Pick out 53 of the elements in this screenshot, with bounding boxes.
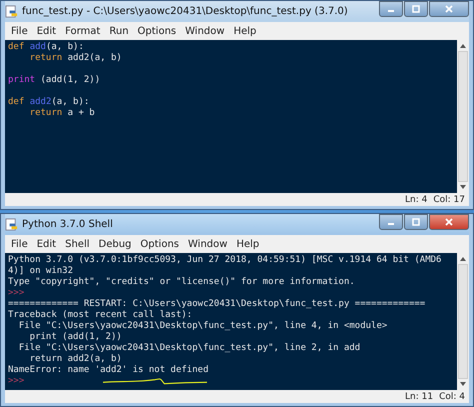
down-arrow-icon[interactable]	[459, 184, 467, 190]
menu-item[interactable]: Edit	[36, 26, 56, 36]
code-line: File "C:\Users\yaowc20431\Desktop\func_test.py", line 4, in <module>	[18, 321, 388, 332]
code-line: NameError: name 'add2' is not defined	[8, 365, 208, 376]
python-file-icon	[5, 218, 18, 231]
window-title: func_test.py - C:\Users\yaowc20431\Desktop\func_test.py (3.7.0)	[22, 6, 349, 17]
code-line: def add2(a, b):	[8, 96, 90, 108]
code-line: return add2(a, b)	[28, 53, 122, 64]
menu-item[interactable]: Options	[140, 238, 179, 250]
menu-item[interactable]: Format	[65, 26, 100, 36]
menu-item[interactable]: Debug	[98, 238, 132, 250]
close-button[interactable]	[429, 214, 469, 230]
column-number: Col: 4	[439, 392, 465, 402]
minimize-button[interactable]	[379, 214, 403, 230]
menu-item[interactable]: Help	[234, 26, 256, 36]
code-line: 4)] on win32	[8, 266, 74, 277]
code-line: ============= RESTART: C:\Users\yaowc20431\Desktop\func_test.py =============	[8, 299, 426, 310]
maximize-icon	[411, 218, 421, 226]
maximize-button[interactable]	[404, 1, 428, 17]
menu-item[interactable]: Window	[188, 238, 228, 250]
menu-item[interactable]: Run	[109, 26, 129, 36]
code-line: print (add(1, 2))	[8, 74, 100, 86]
close-icon	[444, 5, 454, 13]
up-arrow-icon[interactable]	[459, 256, 467, 262]
maximize-button[interactable]	[404, 214, 428, 230]
line-number: Ln: 11	[405, 392, 434, 402]
up-arrow-icon[interactable]	[459, 43, 467, 49]
menu-item[interactable]: File	[11, 238, 28, 250]
code-line: >>>	[8, 376, 24, 387]
code-line: return a + b	[28, 108, 95, 119]
down-arrow-icon[interactable]	[459, 381, 467, 387]
menu-item[interactable]: Edit	[36, 238, 56, 250]
python-file-icon	[5, 5, 18, 18]
close-icon	[444, 218, 454, 226]
code-line: File "C:\Users\yaowc20431\Desktop\func_test.py", line 2, in add	[18, 343, 360, 354]
code-line: return add2(a, b)	[28, 354, 122, 365]
line-number: Ln: 4	[405, 194, 428, 204]
menu-item[interactable]: Shell	[65, 238, 90, 250]
code-line: print (add(1, 2))	[28, 332, 122, 343]
code-line: Type "copyright", "credits" or "license()" for more information.	[8, 277, 355, 288]
code-line: Python 3.7.0 (v3.7.0:1bf9cc5093, Jun 27 2018, 04:59:51) [MSC v.1914 64 bit (AMD6	[8, 255, 442, 266]
code-line: >>>	[8, 288, 24, 299]
menu-item[interactable]: Options	[138, 26, 176, 36]
menu-item[interactable]: Help	[236, 238, 260, 250]
code-line: def add(a, b):	[8, 42, 84, 53]
menu-item[interactable]: File	[11, 26, 28, 36]
window-title: Python 3.7.0 Shell	[22, 219, 114, 230]
maximize-icon	[411, 5, 421, 13]
code-line: Traceback (most recent call last):	[8, 310, 192, 321]
minimize-button[interactable]	[379, 1, 403, 17]
close-button[interactable]	[429, 1, 469, 17]
menu-item[interactable]: Window	[185, 26, 225, 36]
column-number: Col: 17	[433, 194, 465, 204]
